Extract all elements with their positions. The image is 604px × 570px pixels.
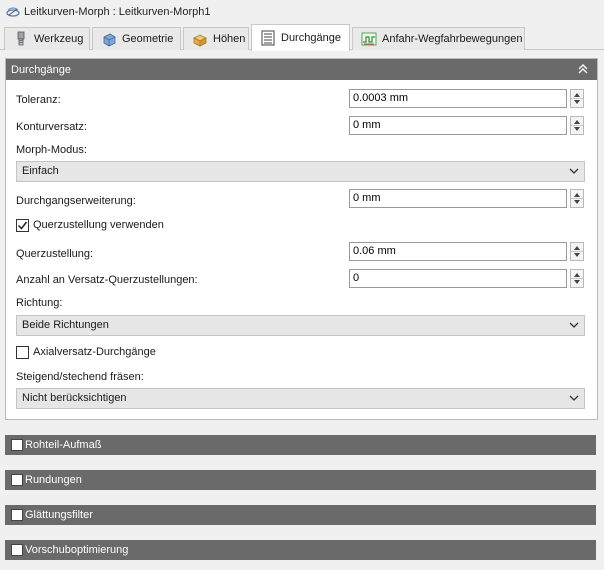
steigend-value: Nicht berücksichtigen (22, 392, 127, 404)
chevron-down-icon (569, 395, 579, 401)
konturversatz-field[interactable]: 0 mm (349, 116, 567, 135)
morph-modus-value: Einfach (22, 165, 59, 177)
section-vorschuboptimierung[interactable]: Vorschuboptimierung (5, 540, 596, 560)
tab-label: Geometrie (122, 33, 174, 45)
querzustellung-field[interactable]: 0.06 mm (349, 242, 567, 261)
axialversatz-checkbox[interactable] (16, 346, 29, 359)
querzustellung-label: Querzustellung: (16, 248, 94, 260)
richtung-label: Richtung: (16, 297, 63, 309)
tab-hoehen[interactable]: Höhen (183, 27, 249, 50)
section-rundungen[interactable]: Rundungen (5, 470, 596, 490)
konturversatz-label: Konturversatz: (16, 121, 87, 133)
checkmark-icon (17, 221, 28, 230)
section-checkbox[interactable] (11, 474, 23, 486)
geometry-icon (103, 33, 116, 47)
durchgangserweiterung-label: Durchgangserweiterung: (16, 195, 136, 207)
richtung-value: Beide Richtungen (22, 319, 109, 331)
toleranz-field[interactable]: 0.0003 mm (349, 89, 567, 108)
heights-icon (193, 34, 207, 47)
linking-icon (361, 32, 377, 46)
toleranz-stepper[interactable] (570, 89, 584, 108)
section-glaettungsfilter[interactable]: Glättungsfilter (5, 505, 596, 525)
tab-label: Höhen (213, 33, 246, 45)
tab-werkzeug[interactable]: Werkzeug (4, 27, 90, 50)
anzahl-versatz-stepper[interactable] (570, 269, 584, 288)
morph-modus-label: Morph-Modus: (16, 144, 87, 156)
querzustellung-stepper[interactable] (570, 242, 584, 261)
axialversatz-label: Axialversatz-Durchgänge (33, 346, 156, 358)
durchgangserweiterung-stepper[interactable] (570, 189, 584, 208)
morph-modus-select[interactable]: Einfach (16, 161, 585, 182)
tab-anfahr-wegfahrbewegungen[interactable]: Anfahr-Wegfahrbewegungen (352, 27, 525, 50)
section-checkbox[interactable] (11, 509, 23, 521)
window-title: Leitkurven-Morph : Leitkurven-Morph1 (24, 5, 211, 18)
passes-icon (261, 30, 275, 46)
durchgaenge-panel: Durchgänge Toleranz: 0.0003 mm Konturver… (5, 58, 598, 420)
section-checkbox[interactable] (11, 439, 23, 451)
richtung-select[interactable]: Beide Richtungen (16, 315, 585, 336)
tab-label: Anfahr-Wegfahrbewegungen (382, 33, 523, 45)
chevron-down-icon (569, 168, 579, 174)
section-label: Rohteil-Aufmaß (25, 439, 102, 451)
steigend-select[interactable]: Nicht berücksichtigen (16, 388, 585, 409)
tab-durchgaenge[interactable]: Durchgänge (251, 24, 350, 51)
title-bar: Leitkurven-Morph : Leitkurven-Morph1 (0, 0, 604, 23)
durchgangserweiterung-field[interactable]: 0 mm (349, 189, 567, 208)
konturversatz-stepper[interactable] (570, 116, 584, 135)
collapse-icon[interactable] (577, 63, 589, 75)
section-rohteil-aufmass[interactable]: Rohteil-Aufmaß (5, 435, 596, 455)
tab-label: Werkzeug (34, 33, 84, 45)
section-checkbox[interactable] (11, 544, 23, 556)
tool-icon (17, 31, 25, 46)
steigend-label: Steigend/stechend fräsen: (16, 371, 144, 383)
panel-header[interactable]: Durchgänge (6, 59, 597, 80)
section-label: Vorschuboptimierung (25, 544, 129, 556)
section-label: Rundungen (25, 474, 82, 486)
querzustellung-verwenden-label: Querzustellung verwenden (33, 219, 164, 231)
querzustellung-verwenden-checkbox[interactable] (16, 219, 29, 232)
toleranz-label: Toleranz: (16, 94, 61, 106)
tab-label: Durchgänge (281, 32, 341, 44)
morph-app-icon (6, 6, 20, 17)
panel-title: Durchgänge (11, 63, 71, 76)
section-label: Glättungsfilter (25, 509, 93, 521)
tab-bar: Werkzeug Geometrie Höhen Durchgänge Anfa… (0, 23, 604, 51)
chevron-down-icon (569, 322, 579, 328)
anzahl-versatz-field[interactable]: 0 (349, 269, 567, 288)
tab-geometrie[interactable]: Geometrie (92, 27, 181, 50)
anzahl-versatz-label: Anzahl an Versatz-Querzustellungen: (16, 274, 198, 286)
